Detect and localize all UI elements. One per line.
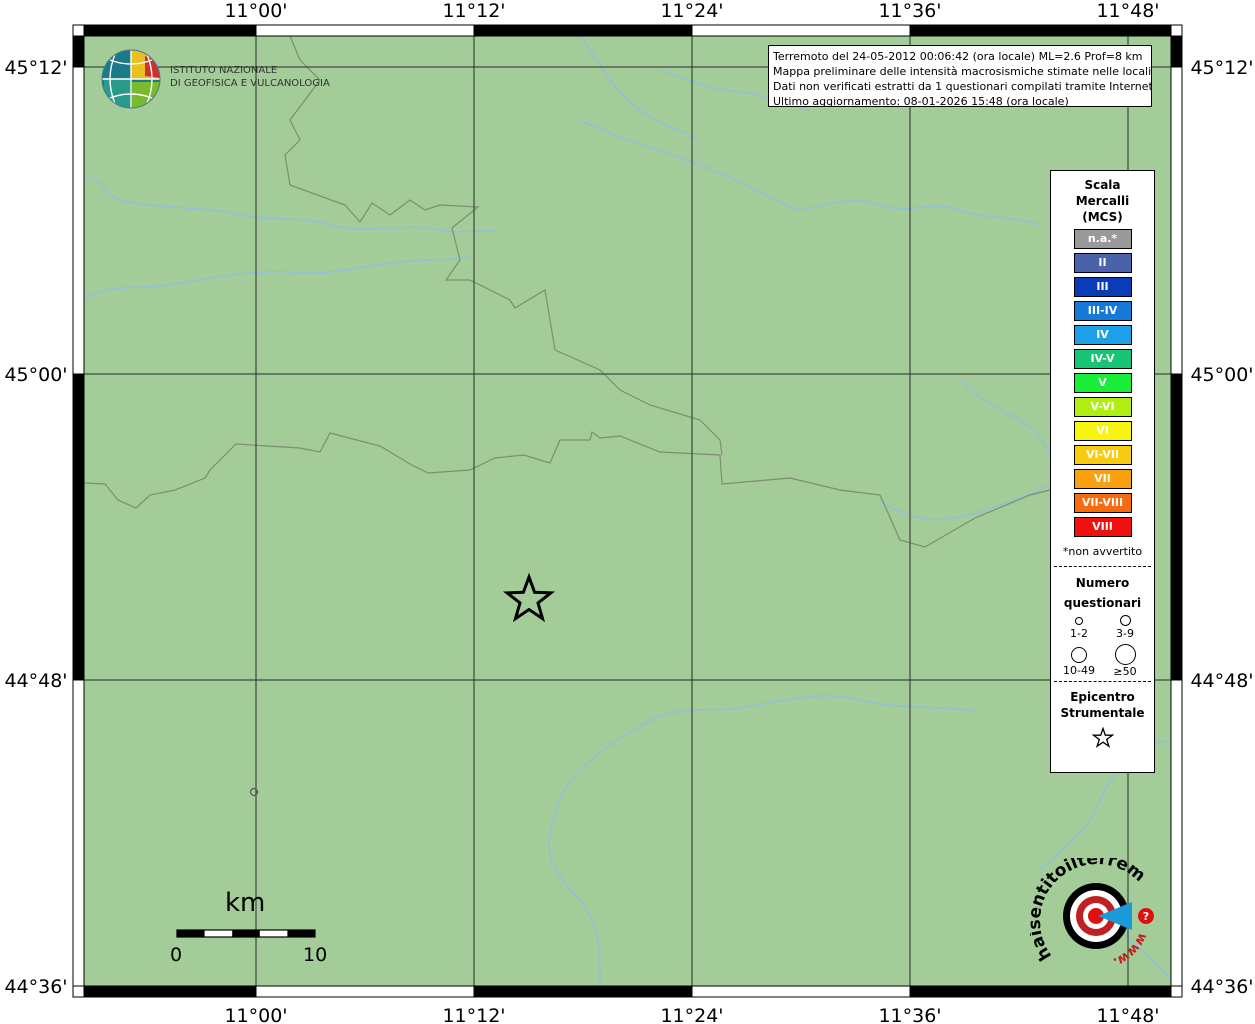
- latitude-label: 45°12': [4, 57, 67, 79]
- intensity-v-vi: V-VI: [1073, 397, 1132, 417]
- size-key-3-9: 3-9: [1101, 615, 1149, 640]
- intensity-iv-v: IV-V: [1073, 349, 1132, 369]
- ingv-name-line2: DI GEOFISICA E VULCANOLOGIA: [170, 78, 330, 89]
- intensity-vii: VII: [1073, 469, 1132, 489]
- intensity-vi: VI: [1073, 421, 1132, 441]
- latitude-label: 45°00': [1190, 364, 1253, 386]
- latitude-label: 44°36': [1190, 976, 1253, 998]
- intensity-iv: IV: [1073, 325, 1132, 345]
- intensity-ii: II: [1073, 253, 1132, 273]
- intensity-scale: n.a.* II III III-IV IV IV-V V V-VI VI VI-VII VII VI…: [1051, 229, 1154, 537]
- medium-circle-icon: [1071, 647, 1087, 663]
- intensity-iii: III: [1073, 277, 1132, 297]
- intensity-viii: VIII: [1073, 517, 1132, 537]
- size-label: 3-9: [1116, 627, 1134, 640]
- latitude-label: 44°48': [1190, 670, 1253, 692]
- ingv-name-line1: ISTITUTO NAZIONALE: [170, 65, 278, 76]
- legend-panel: Scala Mercalli (MCS) n.a.* II III III-IV IV I…: [1050, 170, 1155, 773]
- scale-bar-start: 0: [170, 944, 183, 966]
- size-label: 10-49: [1063, 664, 1095, 677]
- epicenter-title-2: Strumentale: [1060, 706, 1145, 720]
- scale-bar-unit: km: [225, 888, 266, 918]
- star-icon: [1091, 726, 1114, 748]
- latitude-label: 45°00': [4, 364, 67, 386]
- latitude-label: 45°12': [1190, 57, 1253, 79]
- intensity-vi-vii: VI-VII: [1073, 445, 1132, 465]
- scale-bar-end: 10: [303, 944, 328, 966]
- questionnaire-size-key: 1-2 3-9 10-49 ≥50: [1051, 613, 1154, 679]
- data-source-line: Dati non verificati estratti da 1 questi…: [773, 80, 1152, 93]
- intensity-iii-iv: III-IV: [1073, 301, 1132, 321]
- latitude-label: 44°48': [4, 670, 67, 692]
- map-page: 11°00' 11°00' 11°12' 11°12' 11°24' 11°24' 11°3…: [0, 0, 1255, 1024]
- size-label: ≥50: [1113, 665, 1137, 678]
- scale-title-1: Scala: [1084, 178, 1121, 192]
- scale-title-2: Mercalli: [1075, 194, 1130, 208]
- epicenter-key: [1051, 726, 1154, 753]
- latitude-label: 44°36': [4, 976, 67, 998]
- intensity-vii-viii: VII-VIII: [1073, 493, 1132, 513]
- longitude-label: 11°00': [224, 0, 287, 22]
- longitude-label: 11°12': [442, 1005, 505, 1024]
- intensity-v: V: [1073, 373, 1132, 393]
- ingv-name: ISTITUTO NAZIONALE DI GEOFISICA E VULCAN…: [170, 64, 330, 90]
- land-area: [84, 36, 1171, 986]
- circle-icon: [1119, 615, 1131, 626]
- svg-text:?: ?: [1143, 910, 1149, 923]
- longitude-label: 11°36': [878, 0, 941, 22]
- questionnaires-title-2: questionari: [1063, 596, 1142, 610]
- size-label: 1-2: [1070, 627, 1088, 640]
- size-key-50-plus: ≥50: [1101, 644, 1149, 678]
- not-felt-note: *non avvertito: [1062, 545, 1143, 558]
- event-info-box: Terremoto del 24-05-2012 00:06:42 (ora l…: [768, 45, 1152, 107]
- haisentitoilterremoto-logo: ? haisentitoilterremoto.it www.: [1030, 858, 1154, 970]
- map-description-line: Mappa preliminare delle intensità macros…: [773, 65, 1152, 78]
- scale-bar: [176, 929, 316, 938]
- size-key-1-2: 1-2: [1055, 617, 1103, 640]
- longitude-label: 11°12': [442, 0, 505, 22]
- event-line: Terremoto del 24-05-2012 00:06:42 (ora l…: [773, 50, 1143, 63]
- intensity-n-a-: n.a.*: [1073, 229, 1132, 249]
- large-circle-icon: [1114, 644, 1136, 665]
- questionnaires-title-1: Numero: [1075, 576, 1130, 590]
- small-circle-icon: [1075, 617, 1083, 625]
- longitude-label: 11°36': [878, 1005, 941, 1024]
- scale-title-3: (MCS): [1082, 210, 1123, 224]
- longitude-label: 11°00': [224, 1005, 287, 1024]
- longitude-label: 11°48': [1096, 1005, 1159, 1024]
- longitude-label: 11°48': [1096, 0, 1159, 22]
- size-key-10-49: 10-49: [1055, 647, 1103, 677]
- last-update-line: Ultimo aggiornamento: 08-01-2026 15:48 (…: [773, 95, 1069, 107]
- longitude-label: 11°24': [660, 0, 723, 22]
- epicenter-title-1: Epicentro: [1070, 690, 1135, 704]
- longitude-label: 11°24': [660, 1005, 723, 1024]
